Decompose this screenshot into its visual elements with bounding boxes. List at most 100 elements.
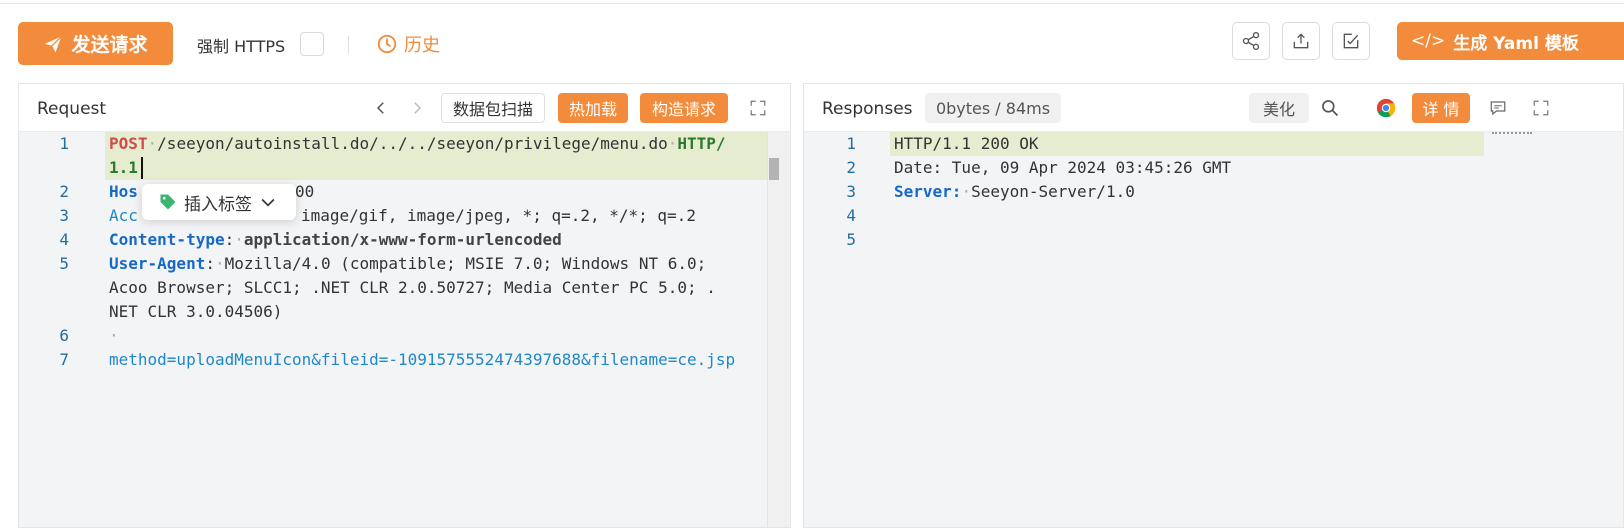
search-icon bbox=[1322, 100, 1339, 117]
toolbar: 发送请求 强制 HTTPS 历史 </> 生成 Yaml 模板 bbox=[0, 4, 1624, 80]
checkbox-edit-icon bbox=[1343, 33, 1359, 49]
code-line: 6 · bbox=[19, 324, 790, 348]
code-line: 1.1 bbox=[19, 156, 790, 180]
scrollbar-thumb[interactable] bbox=[769, 158, 779, 180]
code-line: 7 method=uploadMenuIcon&fileid=-10915755… bbox=[19, 348, 790, 372]
search-button[interactable] bbox=[1315, 93, 1345, 123]
comment-button[interactable] bbox=[1484, 93, 1512, 123]
toolbar-divider bbox=[348, 36, 349, 54]
code-line: 3 Server:·Seeyon-Server/1.0 bbox=[804, 180, 1623, 204]
request-panel: Request 数据包扫描 热加载 构造请求 1 POST·/seeyon/au… bbox=[18, 83, 791, 528]
response-title: Responses bbox=[822, 99, 913, 119]
blank-line-marker: · bbox=[109, 326, 119, 345]
code-line: Acoo Browser; SLCC1; .NET CLR 2.0.50727;… bbox=[19, 276, 790, 300]
header-value: 00 bbox=[295, 182, 315, 201]
share-button[interactable] bbox=[1232, 22, 1270, 60]
text-caret bbox=[141, 157, 143, 179]
code-text: Content-type:·application/x-www-form-url… bbox=[109, 230, 562, 249]
code-line: 1 POST·/seeyon/autoinstall.do/../../seey… bbox=[19, 132, 790, 156]
request-header: Request 数据包扫描 热加载 构造请求 bbox=[19, 84, 790, 132]
http-protocol-version: 1.1 bbox=[109, 158, 138, 177]
detail-button[interactable]: 详 情 bbox=[1412, 93, 1470, 123]
line-number: 4 bbox=[846, 206, 856, 225]
code-line: 5 User-Agent:·Mozilla/4.0 (compatible; M… bbox=[19, 252, 790, 276]
response-fullscreen-button[interactable] bbox=[1528, 93, 1554, 123]
request-path: /seeyon/autoinstall.do/../../seeyon/priv… bbox=[157, 134, 668, 153]
hot-load-button[interactable]: 热加载 bbox=[558, 93, 628, 123]
insert-tag-popup[interactable]: 插入标签 bbox=[142, 184, 296, 220]
header-key: User-Agent bbox=[109, 254, 206, 273]
open-in-browser-button[interactable] bbox=[1371, 93, 1401, 123]
line-number: 2 bbox=[59, 182, 69, 201]
code-line: 4 bbox=[804, 204, 1623, 228]
tag-icon bbox=[160, 194, 176, 210]
response-editor[interactable]: 1 HTTP/1.1 200 OK 2 Date: Tue, 09 Apr 20… bbox=[804, 132, 1623, 527]
header-key: Hos bbox=[109, 182, 138, 201]
history-label: 历史 bbox=[404, 35, 440, 56]
paper-plane-icon bbox=[45, 35, 63, 52]
chevron-right-icon bbox=[414, 102, 422, 114]
header-value-wrap: Acoo Browser; SLCC1; .NET CLR 2.0.50727;… bbox=[109, 278, 716, 297]
request-title: Request bbox=[37, 99, 107, 119]
line-number: 3 bbox=[846, 182, 856, 201]
import-button[interactable] bbox=[1332, 22, 1370, 60]
code-icon: </> bbox=[1411, 31, 1446, 51]
code-text: Server:·Seeyon-Server/1.0 bbox=[894, 182, 1135, 201]
request-editor[interactable]: 1 POST·/seeyon/autoinstall.do/../../seey… bbox=[19, 132, 790, 527]
line-number: 2 bbox=[846, 158, 856, 177]
line-number: 6 bbox=[59, 326, 69, 345]
line-number: 7 bbox=[59, 350, 69, 369]
send-request-label: 发送请求 bbox=[71, 34, 148, 56]
line-number: 4 bbox=[59, 230, 69, 249]
header-value: Seeyon-Server/1.0 bbox=[971, 182, 1135, 201]
code-line: 3 Acc image/gif, image/jpeg, *; q=.2, */… bbox=[19, 204, 790, 228]
back-button[interactable] bbox=[369, 93, 393, 123]
expand-icon bbox=[1533, 100, 1549, 116]
code-text: User-Agent:·Mozilla/4.0 (compatible; MSI… bbox=[109, 254, 707, 273]
chrome-icon bbox=[1376, 98, 1396, 118]
code-line: NET CLR 3.0.04506) bbox=[19, 300, 790, 324]
response-header: Responses 0bytes / 84ms 美化 详 情 bbox=[804, 84, 1623, 132]
line-number: 5 bbox=[59, 254, 69, 273]
code-line: 5 bbox=[804, 228, 1623, 252]
history-button[interactable]: 历史 bbox=[376, 31, 440, 57]
code-line: 2 Hos 00 bbox=[19, 180, 790, 204]
line-number: 5 bbox=[846, 230, 856, 249]
force-https-checkbox[interactable] bbox=[300, 32, 324, 56]
response-meta: 0bytes / 84ms bbox=[925, 93, 1061, 123]
header-value: application/x-www-form-urlencoded bbox=[243, 230, 562, 249]
status-line: HTTP/1.1 200 OK bbox=[894, 134, 1039, 153]
code-line: 2 Date: Tue, 09 Apr 2024 03:45:26 GMT bbox=[804, 156, 1623, 180]
forward-button[interactable] bbox=[405, 93, 429, 123]
beautify-button[interactable]: 美化 bbox=[1249, 93, 1309, 123]
code-text: POST·/seeyon/autoinstall.do/../../seeyon… bbox=[109, 134, 726, 153]
generate-yaml-label: 生成 Yaml 模板 bbox=[1453, 33, 1579, 54]
header-key: Acc bbox=[109, 206, 138, 225]
line-number: 3 bbox=[59, 206, 69, 225]
packet-scan-button[interactable]: 数据包扫描 bbox=[441, 93, 545, 123]
header-key: Server: bbox=[894, 182, 962, 201]
chevron-left-icon bbox=[376, 102, 384, 114]
chevron-down-icon bbox=[261, 198, 275, 207]
generate-yaml-button[interactable]: </> 生成 Yaml 模板 bbox=[1397, 22, 1624, 60]
request-body: method=uploadMenuIcon&fileid=-1091575552… bbox=[109, 350, 736, 369]
construct-request-button[interactable]: 构造请求 bbox=[640, 93, 728, 123]
share-icon bbox=[1242, 31, 1260, 50]
comment-icon bbox=[1490, 101, 1506, 116]
request-fullscreen-button[interactable] bbox=[745, 93, 771, 123]
http-method: POST bbox=[109, 134, 148, 153]
response-panel: Responses 0bytes / 84ms 美化 详 情 1 HTTP/1.… bbox=[803, 83, 1624, 528]
line-number: 1 bbox=[846, 134, 856, 153]
header-line: Date: Tue, 09 Apr 2024 03:45:26 GMT bbox=[894, 158, 1232, 177]
export-button[interactable] bbox=[1282, 22, 1320, 60]
header-key: Content-type bbox=[109, 230, 225, 249]
line-number: 1 bbox=[59, 134, 69, 153]
insert-tag-label: 插入标签 bbox=[184, 194, 252, 215]
minimap bbox=[1492, 132, 1532, 138]
http-protocol: HTTP/ bbox=[677, 134, 726, 153]
send-request-button[interactable]: 发送请求 bbox=[18, 22, 173, 65]
header-value-wrap: NET CLR 3.0.04506) bbox=[109, 302, 283, 321]
header-value: Mozilla/4.0 (compatible; MSIE 7.0; Windo… bbox=[224, 254, 707, 273]
code-line: 4 Content-type:·application/x-www-form-u… bbox=[19, 228, 790, 252]
header-value: image/gif, image/jpeg, *; q=.2, */*; q=.… bbox=[301, 206, 696, 225]
